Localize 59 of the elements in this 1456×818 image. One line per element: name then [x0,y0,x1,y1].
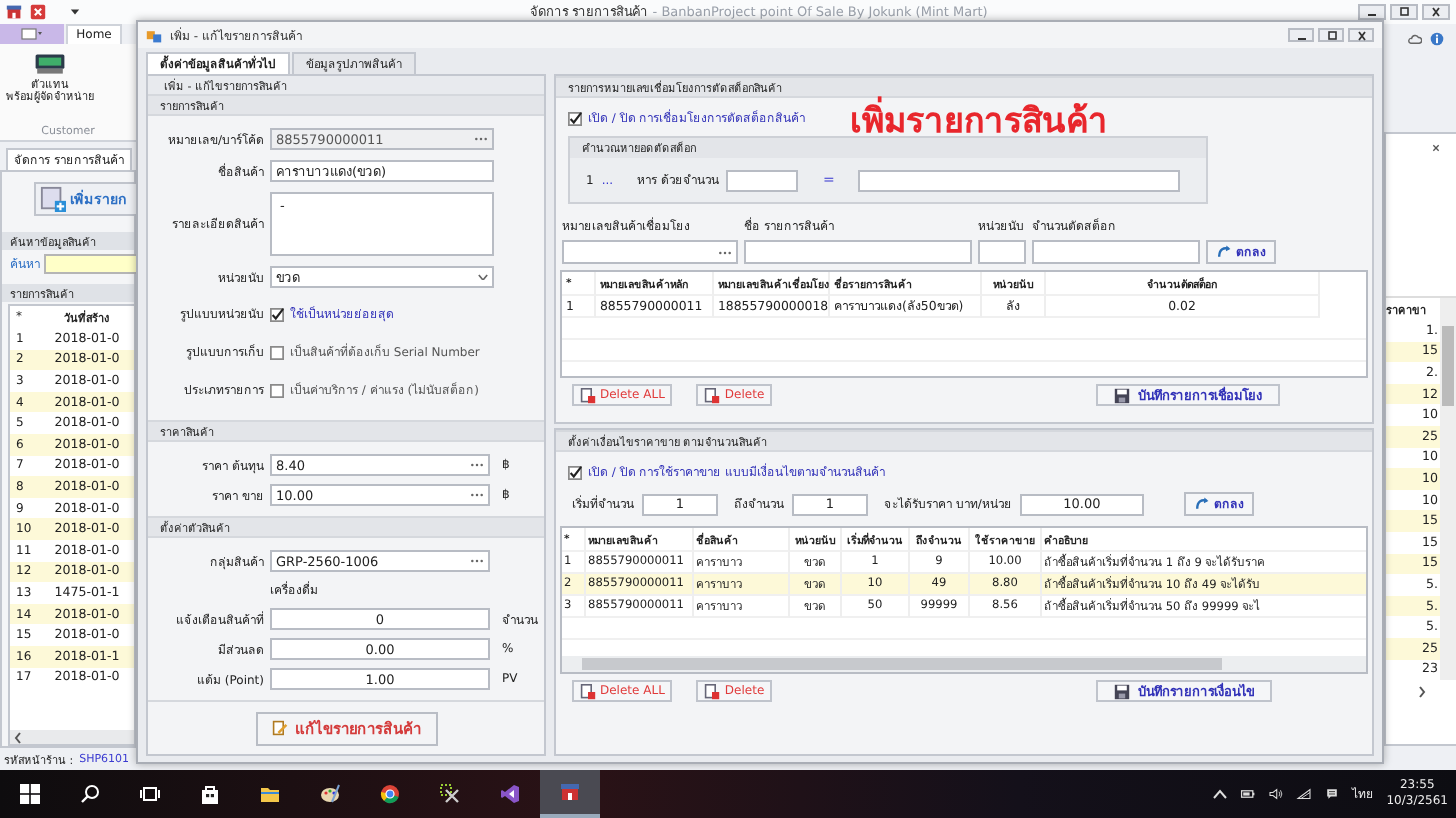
tools-icon [440,784,460,804]
browser-icon [380,784,400,804]
ellipsis-icon[interactable] [470,558,484,564]
info-icon[interactable] [1430,32,1444,46]
close-icon[interactable] [1432,144,1440,152]
cash-register-icon [34,52,66,76]
curved-arrow-icon [1216,244,1232,260]
checkbox[interactable] [270,307,284,321]
palette-icon [320,784,340,804]
scroll-left-icon[interactable] [14,731,22,743]
windows-icon [20,784,40,804]
shop-icon [560,782,580,802]
document-delete-icon [704,683,721,699]
scroll-right-icon[interactable] [1417,686,1425,699]
checkbox[interactable] [270,345,284,359]
minimize-button[interactable] [1288,28,1314,42]
wifi-icon[interactable] [1296,788,1313,800]
input-field[interactable] [1032,240,1200,264]
document-delete-icon [704,387,721,403]
scrollbar[interactable] [562,656,1366,672]
minimize-button[interactable] [1358,4,1386,20]
studio-icon [500,784,520,804]
app-icon [146,27,162,43]
ellipsis-icon[interactable] [718,249,732,255]
close-button[interactable] [1422,4,1450,20]
chevron-up-icon[interactable] [1212,788,1229,800]
checkbox[interactable] [568,465,582,479]
notification-icon[interactable] [1324,788,1341,800]
maximize-button[interactable] [1390,4,1418,20]
curved-arrow-icon [1193,496,1210,512]
add-document-icon [40,186,66,212]
maximize-icon [1394,6,1414,18]
checkbox[interactable] [270,383,284,397]
caret-icon[interactable] [70,8,80,16]
close-icon [1426,6,1446,18]
battery-icon[interactable] [1240,788,1257,800]
ellipsis-icon[interactable] [470,492,484,498]
pencil-icon [271,720,287,736]
shop-icon[interactable] [6,4,22,20]
dropdown-icon[interactable] [478,273,488,281]
cloud-icon[interactable] [1408,32,1422,46]
document-delete-icon [580,683,596,699]
search-icon [80,784,100,804]
result-field[interactable] [858,169,1181,191]
task-view-icon [140,784,160,804]
speaker-icon[interactable] [1268,788,1285,800]
checkbox[interactable] [568,111,582,125]
input-field[interactable] [726,169,799,191]
input-field[interactable] [978,240,1026,264]
ellipsis-icon[interactable] [470,462,484,468]
scrollbar[interactable] [1440,298,1456,681]
maximize-button[interactable] [1318,28,1344,42]
input-field[interactable] [562,240,738,264]
shopping-bag-icon [200,784,220,804]
window-icon [20,28,44,40]
folder-icon [260,784,280,804]
close-button[interactable] [1348,28,1374,42]
input-field[interactable] [744,240,972,264]
document-delete-icon [580,387,596,403]
